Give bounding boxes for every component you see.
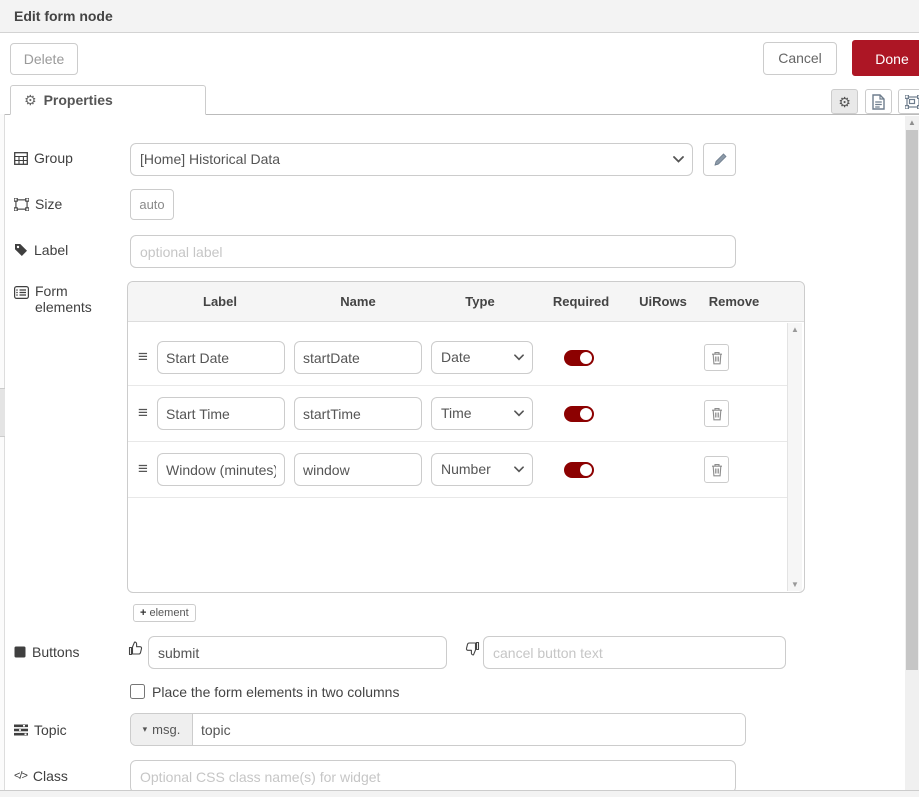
plus-icon: + [140, 607, 146, 619]
scroll-down-icon[interactable]: ▼ [788, 580, 802, 589]
tab-properties[interactable]: ⚙ Properties [10, 85, 206, 115]
trash-icon [711, 351, 723, 365]
class-input[interactable] [130, 760, 736, 793]
page-scrollbar[interactable]: ▲ [905, 116, 919, 790]
dialog-title: Edit form node [0, 0, 919, 32]
form-element-row: ≡ Time [128, 386, 788, 442]
drag-handle-icon[interactable]: ≡ [138, 459, 148, 479]
pencil-icon [713, 153, 727, 167]
document-icon [872, 94, 885, 110]
square-icon [14, 646, 26, 658]
remove-element-button[interactable] [704, 456, 729, 483]
form-element-row: ≡ Date [128, 330, 788, 386]
element-name-input[interactable] [294, 453, 422, 486]
drag-handle-icon[interactable]: ≡ [138, 347, 148, 367]
edit-group-button[interactable] [703, 143, 736, 176]
code-icon: </> [14, 770, 27, 782]
left-rail [0, 114, 5, 797]
column-header-required: Required [553, 294, 609, 309]
submit-button-text-input[interactable] [148, 636, 447, 669]
object-group-icon [14, 198, 29, 211]
element-type-select[interactable]: Time [431, 397, 533, 430]
caret-down-icon: ▾ [143, 724, 148, 735]
tab-properties-label: Properties [44, 92, 113, 108]
object-group-icon [905, 95, 919, 109]
group-select-value: [Home] Historical Data [140, 151, 280, 167]
two-columns-label[interactable]: Place the form elements in two columns [152, 684, 399, 700]
form-elements-header: Label Name Type Required UiRows Remove [128, 282, 804, 322]
required-toggle[interactable] [564, 406, 594, 422]
page-scrollbar-thumb[interactable] [906, 130, 918, 670]
topic-prefix-label: msg. [152, 722, 180, 737]
trash-icon [711, 463, 723, 477]
size-button[interactable]: auto [130, 189, 174, 220]
group-select[interactable]: [Home] Historical Data [130, 143, 693, 176]
column-header-label: Label [203, 294, 237, 309]
gear-icon: ⚙ [838, 95, 851, 109]
element-label-input[interactable] [157, 453, 285, 486]
appearance-button[interactable] [898, 89, 919, 114]
label-label: Label [14, 242, 68, 258]
form-element-row: ≡ Number [128, 442, 788, 498]
column-header-uirows: UiRows [639, 294, 687, 309]
remove-element-button[interactable] [704, 400, 729, 427]
size-label: Size [14, 196, 62, 212]
element-label-input[interactable] [157, 341, 285, 374]
gear-icon: ⚙ [24, 93, 37, 107]
tab-bar: ⚙ Properties ⚙ [0, 85, 919, 115]
drag-handle-icon[interactable]: ≡ [138, 403, 148, 423]
form-elements-label: Form elements [14, 283, 92, 315]
group-label: Group [14, 150, 73, 166]
buttons-label: Buttons [14, 644, 79, 660]
column-header-remove: Remove [709, 294, 760, 309]
chevron-down-icon [514, 354, 524, 361]
tasks-icon [14, 724, 28, 736]
cancel-button-text-input[interactable] [483, 636, 786, 669]
required-toggle[interactable] [564, 462, 594, 478]
cancel-button[interactable]: Cancel [763, 42, 837, 75]
element-name-input[interactable] [294, 341, 422, 374]
table-icon [14, 152, 28, 165]
scroll-up-icon[interactable]: ▲ [905, 117, 919, 129]
topic-type-select[interactable]: ▾ msg. [131, 714, 193, 745]
chevron-down-icon [514, 466, 524, 473]
scroll-up-icon[interactable]: ▲ [788, 325, 802, 334]
topic-label: Topic [14, 722, 67, 738]
form-elements-body: ≡ Date ≡ Time [128, 322, 804, 592]
toggle-knob [580, 408, 592, 420]
column-header-name: Name [340, 294, 375, 309]
thumbs-down-icon [465, 641, 480, 656]
form-elements-table: Label Name Type Required UiRows Remove ≡… [127, 281, 805, 593]
edit-form-node-dialog: Edit form node Delete Cancel Done ⚙ Prop… [0, 0, 919, 797]
dialog-header: Edit form node [0, 0, 919, 33]
topic-input[interactable] [193, 714, 745, 745]
class-label: </> Class [14, 768, 68, 784]
done-button[interactable]: Done [852, 40, 919, 76]
tag-icon [14, 243, 28, 257]
required-toggle[interactable] [564, 350, 594, 366]
trash-icon [711, 407, 723, 421]
element-name-input[interactable] [294, 397, 422, 430]
description-button[interactable] [865, 89, 892, 114]
chevron-down-icon [673, 156, 684, 163]
element-label-input[interactable] [157, 397, 285, 430]
list-alt-icon [14, 286, 29, 299]
thumbs-up-icon [128, 641, 143, 656]
footer-strip [0, 790, 919, 797]
element-type-select[interactable]: Number [431, 453, 533, 486]
table-scrollbar[interactable]: ▲ ▼ [787, 323, 802, 591]
delete-button[interactable]: Delete [10, 43, 78, 75]
toggle-knob [580, 464, 592, 476]
add-element-button[interactable]: + element [133, 604, 196, 622]
chevron-down-icon [514, 410, 524, 417]
toggle-knob [580, 352, 592, 364]
column-header-type: Type [465, 294, 494, 309]
label-input[interactable] [130, 235, 736, 268]
node-settings-button[interactable]: ⚙ [831, 89, 858, 114]
topic-typed-input: ▾ msg. [130, 713, 746, 746]
panel-resize-grip[interactable] [0, 388, 5, 437]
remove-element-button[interactable] [704, 344, 729, 371]
element-type-select[interactable]: Date [431, 341, 533, 374]
two-columns-checkbox[interactable] [130, 684, 145, 699]
